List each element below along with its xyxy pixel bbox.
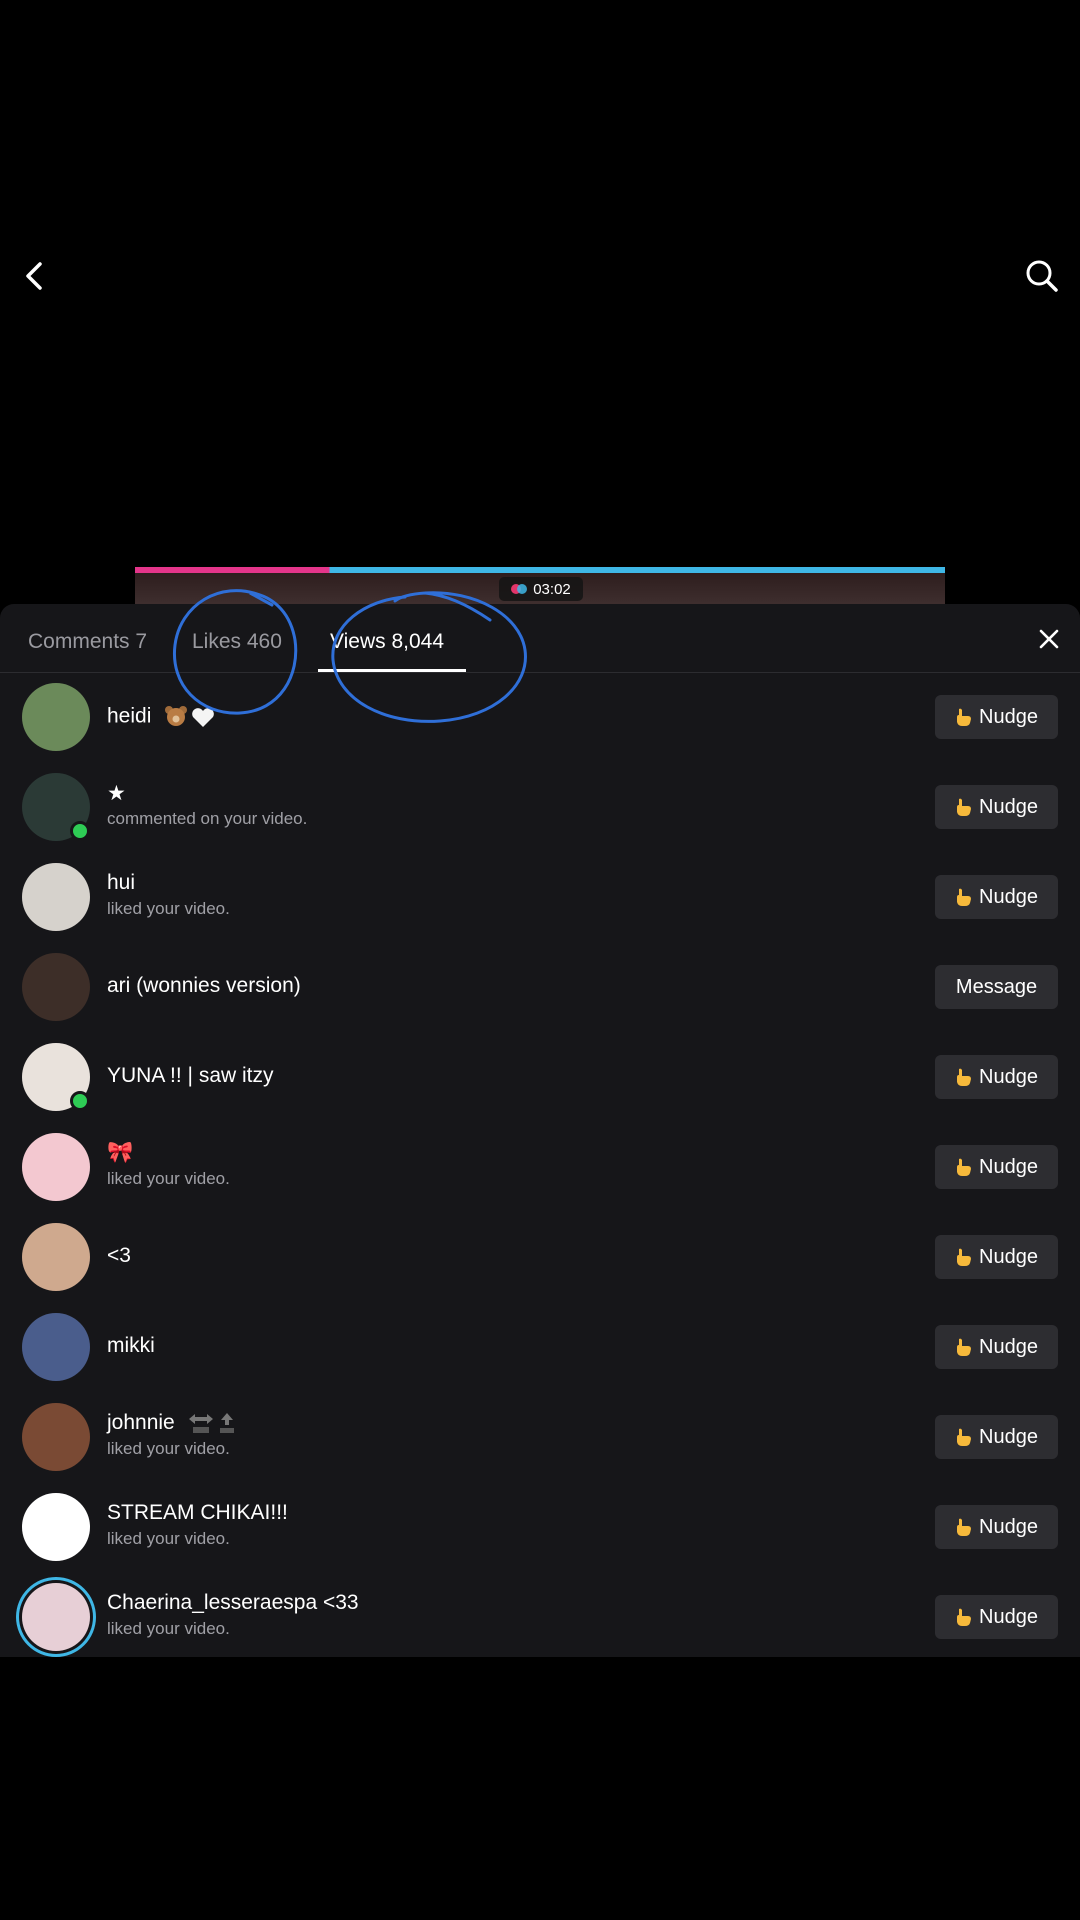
pointing-hand-icon	[957, 1338, 972, 1356]
pointing-hand-icon	[957, 708, 972, 726]
pointing-hand-icon	[957, 1518, 972, 1536]
list-item[interactable]: YUNA !! | saw itzy Nudge	[0, 1033, 1080, 1123]
nudge-button[interactable]: Nudge	[935, 1235, 1058, 1279]
list-item[interactable]: hui liked your video. Nudge	[0, 853, 1080, 943]
username: Chaerina_lesseraespa <33	[107, 1591, 359, 1614]
username: hui	[107, 871, 136, 894]
nudge-button[interactable]: Nudge	[935, 1595, 1058, 1639]
list-item[interactable]: ★ commented on your video. Nudge	[0, 763, 1080, 853]
active-tab-indicator	[318, 669, 466, 672]
bear-heart-emoji-icon	[165, 706, 215, 727]
nudge-button[interactable]: Nudge	[935, 875, 1058, 919]
pointing-hand-icon	[957, 1608, 972, 1626]
nudge-button[interactable]: Nudge	[935, 1055, 1058, 1099]
activity-text: liked your video.	[107, 1619, 230, 1638]
nudge-button[interactable]: Nudge	[935, 1505, 1058, 1549]
nudge-button[interactable]: Nudge	[935, 695, 1058, 739]
pointing-hand-icon	[957, 1428, 972, 1446]
pointing-hand-icon	[957, 1158, 972, 1176]
close-icon[interactable]	[1038, 628, 1060, 650]
activity-text: liked your video.	[107, 1169, 230, 1188]
username: <3	[107, 1244, 131, 1267]
avatar[interactable]	[22, 953, 90, 1021]
pointing-hand-icon	[957, 1068, 972, 1086]
activity-text: liked your video.	[107, 899, 230, 918]
tab-views[interactable]: Views 8,044	[330, 630, 444, 654]
avatar[interactable]	[22, 1223, 90, 1291]
tab-comments[interactable]: Comments 7	[28, 630, 147, 654]
chevron-left-icon[interactable]	[18, 258, 48, 294]
nudge-button[interactable]: Nudge	[935, 785, 1058, 829]
username: 🎀	[107, 1141, 134, 1164]
online-status-indicator	[70, 821, 90, 841]
activity-text: liked your video.	[107, 1439, 230, 1458]
app-logo-icon	[511, 584, 528, 594]
pointing-hand-icon	[957, 888, 972, 906]
tab-likes[interactable]: Likes 460	[192, 630, 282, 654]
avatar[interactable]	[22, 863, 90, 931]
video-duration: 03:02	[533, 580, 571, 598]
list-item[interactable]: Chaerina_lesseraespa <33 liked your vide…	[0, 1573, 1080, 1657]
username: ari (wonnies version)	[107, 974, 301, 997]
list-item[interactable]: mikki Nudge	[0, 1303, 1080, 1393]
avatar[interactable]	[22, 1133, 90, 1201]
avatar[interactable]	[22, 1583, 90, 1651]
pointing-hand-icon	[957, 1248, 972, 1266]
avatar[interactable]	[22, 1313, 90, 1381]
on-top-emoji-icon	[188, 1413, 234, 1434]
list-item[interactable]: heidi Nudge	[0, 673, 1080, 763]
avatar[interactable]	[22, 1403, 90, 1471]
video-duration-badge: 03:02	[499, 577, 583, 601]
video-progress-bar	[135, 567, 945, 573]
username: STREAM CHIKAI!!!	[107, 1501, 288, 1524]
list-item[interactable]: STREAM CHIKAI!!! liked your video. Nudge	[0, 1483, 1080, 1573]
username: mikki	[107, 1334, 155, 1357]
list-item[interactable]: 🎀 liked your video. Nudge	[0, 1123, 1080, 1213]
list-item[interactable]: <3 Nudge	[0, 1213, 1080, 1303]
nudge-button[interactable]: Nudge	[935, 1415, 1058, 1459]
activity-text: commented on your video.	[107, 809, 308, 828]
nudge-button[interactable]: Nudge	[935, 1145, 1058, 1189]
avatar[interactable]	[22, 1493, 90, 1561]
username: ★	[107, 782, 126, 805]
username: johnnie	[107, 1411, 239, 1435]
top-bar	[0, 240, 1080, 310]
message-button[interactable]: Message	[935, 965, 1058, 1009]
video-thumbnail[interactable]: 03:02	[135, 567, 945, 607]
activity-sheet: Comments 7 Likes 460 Views 8,044 heidi N…	[0, 604, 1080, 1657]
username: heidi	[107, 704, 215, 730]
pointing-hand-icon	[957, 798, 972, 816]
activity-text: liked your video.	[107, 1529, 230, 1548]
online-status-indicator	[70, 1091, 90, 1111]
username: YUNA !! | saw itzy	[107, 1064, 274, 1087]
avatar[interactable]	[22, 683, 90, 751]
nudge-button[interactable]: Nudge	[935, 1325, 1058, 1369]
tab-bar: Comments 7 Likes 460 Views 8,044	[0, 604, 1080, 673]
list-item[interactable]: ari (wonnies version) Message	[0, 943, 1080, 1033]
list-item[interactable]: johnnie liked your video. Nudge	[0, 1393, 1080, 1483]
search-icon[interactable]	[1024, 258, 1060, 294]
